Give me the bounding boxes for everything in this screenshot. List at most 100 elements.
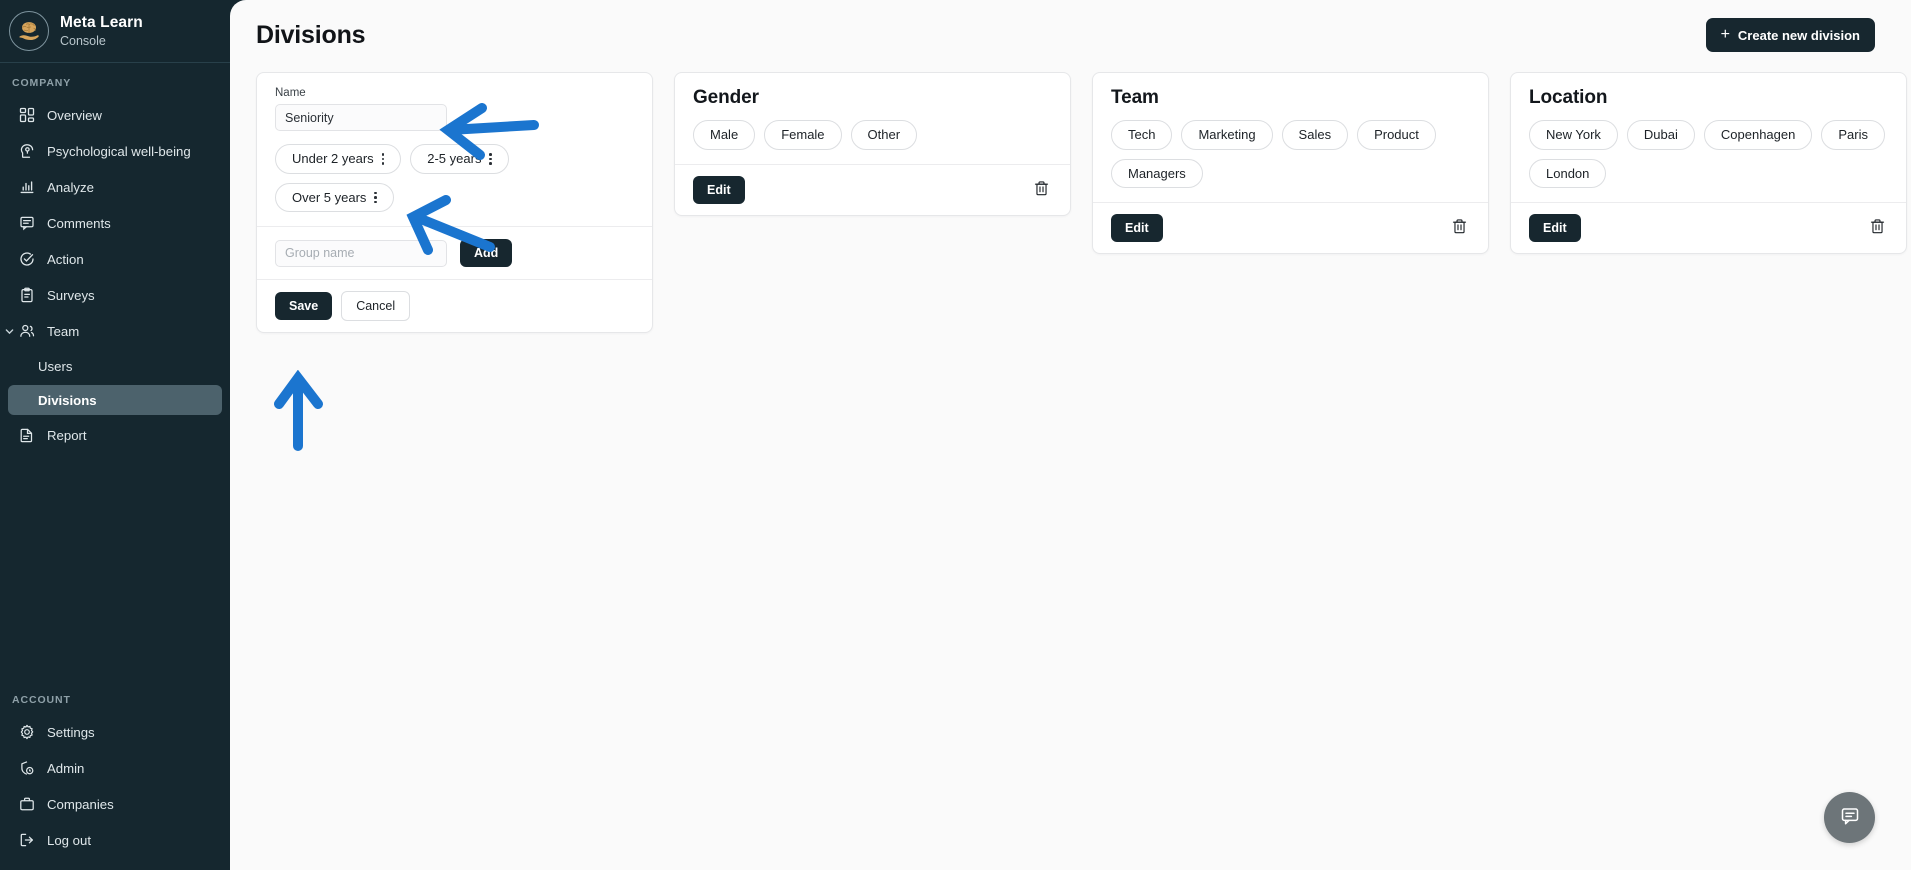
- edit-button[interactable]: Edit: [693, 175, 745, 204]
- sidebar-item-log-out[interactable]: Log out: [8, 824, 222, 856]
- group-chip[interactable]: Product: [1357, 120, 1436, 150]
- division-card-location: Location New York Dubai Copenhagen Paris…: [1510, 72, 1907, 255]
- create-new-division-label: Create new division: [1737, 27, 1860, 43]
- division-card-body: Team Tech Marketing Sales Product Manage…: [1093, 73, 1488, 202]
- group-chip-label: Over 5 years: [292, 189, 367, 205]
- kebab-menu-icon[interactable]: [487, 152, 493, 165]
- briefcase-icon: [18, 796, 35, 813]
- delete-division-button[interactable]: [1867, 216, 1888, 240]
- group-chip[interactable]: London: [1529, 158, 1607, 189]
- division-edit-card: Name Under 2 years 2-5 years Over 5 year…: [256, 72, 653, 334]
- brand-title: Meta Learn: [60, 13, 143, 31]
- sidebar-item-overview[interactable]: Overview: [8, 99, 222, 131]
- division-name-input[interactable]: [275, 104, 447, 131]
- group-chip[interactable]: Female: [764, 120, 842, 150]
- division-card-title: Location: [1529, 87, 1608, 108]
- group-name-input[interactable]: [275, 239, 447, 267]
- sidebar-item-label: Users: [38, 358, 73, 374]
- sidebar: Meta Learn Console COMPANY Overview Psyc…: [0, 0, 230, 870]
- group-chip[interactable]: Marketing: [1181, 120, 1273, 150]
- division-edit-body: Name Under 2 years 2-5 years Over 5 year…: [257, 73, 652, 226]
- plus-icon: +: [1720, 26, 1730, 43]
- chevron-down-icon: [2, 324, 16, 338]
- trash-icon: [1451, 218, 1468, 238]
- trash-icon: [1033, 180, 1050, 200]
- save-button[interactable]: Save: [275, 292, 333, 321]
- division-card-body: Gender Male Female Other: [675, 73, 1070, 164]
- sidebar-item-settings[interactable]: Settings: [8, 716, 222, 748]
- group-chip[interactable]: Managers: [1111, 158, 1203, 189]
- brand[interactable]: Meta Learn Console: [0, 0, 230, 62]
- division-card-title: Team: [1111, 87, 1159, 108]
- shield-user-icon: [18, 760, 35, 777]
- create-new-division-button[interactable]: + Create new division: [1705, 18, 1875, 52]
- sidebar-item-divisions[interactable]: Divisions: [8, 385, 222, 415]
- brain-in-hand-logo: [9, 11, 49, 51]
- kebab-menu-icon[interactable]: [372, 191, 378, 204]
- head-mind-icon: [18, 143, 35, 160]
- division-card-footer: Edit: [1093, 202, 1488, 253]
- division-card-footer: Edit: [675, 163, 1070, 215]
- document-icon: [18, 427, 35, 444]
- divisions-grid: Name Under 2 years 2-5 years Over 5 year…: [230, 62, 1911, 334]
- chat-support-button[interactable]: [1824, 792, 1875, 843]
- sidebar-item-comments[interactable]: Comments: [8, 207, 222, 239]
- sidebar-item-analyze[interactable]: Analyze: [8, 171, 222, 203]
- delete-division-button[interactable]: [1031, 178, 1052, 202]
- cancel-button[interactable]: Cancel: [341, 291, 411, 322]
- sidebar-item-label: Settings: [47, 724, 95, 740]
- division-group-chips: Male Female Other: [693, 120, 1052, 150]
- sidebar-item-action[interactable]: Action: [8, 243, 222, 275]
- sidebar-item-users[interactable]: Users: [8, 351, 222, 381]
- division-card-body: Location New York Dubai Copenhagen Paris…: [1511, 73, 1906, 202]
- sidebar-item-label: Psychological well-being: [47, 143, 191, 159]
- group-chip[interactable]: Copenhagen: [1703, 120, 1813, 150]
- page-header: Divisions + Create new division: [230, 0, 1911, 62]
- division-name-field: Name: [275, 87, 634, 131]
- sidebar-item-label: Admin: [47, 760, 85, 776]
- brand-subtitle: Console: [60, 33, 106, 48]
- add-group-row: Add: [257, 226, 652, 279]
- edit-button[interactable]: Edit: [1111, 214, 1163, 243]
- sidebar-item-label: Report: [47, 427, 87, 443]
- sidebar-item-admin[interactable]: Admin: [8, 752, 222, 784]
- sidebar-item-surveys[interactable]: Surveys: [8, 279, 222, 311]
- group-chip[interactable]: Male: [693, 120, 756, 150]
- sidebar-item-team[interactable]: Team: [5, 315, 222, 347]
- sidebar-item-label: Action: [47, 251, 84, 267]
- group-chip[interactable]: Over 5 years: [275, 182, 395, 213]
- group-chip[interactable]: Dubai: [1626, 120, 1695, 150]
- sidebar-item-label: Overview: [47, 107, 102, 123]
- division-group-chips: Tech Marketing Sales Product Managers: [1111, 120, 1470, 189]
- dashboard-grid-icon: [18, 107, 35, 124]
- delete-division-button[interactable]: [1449, 216, 1470, 240]
- sidebar-section-company: COMPANY: [12, 77, 72, 89]
- bar-chart-icon: [18, 179, 35, 196]
- group-chip[interactable]: Sales: [1281, 120, 1349, 150]
- group-chip-label: Under 2 years: [292, 151, 374, 166]
- users-icon: [18, 323, 35, 340]
- group-chip[interactable]: 2-5 years: [410, 144, 510, 174]
- group-chip[interactable]: Paris: [1821, 120, 1885, 150]
- group-chip[interactable]: New York: [1529, 120, 1618, 150]
- group-chip[interactable]: Under 2 years: [275, 144, 402, 174]
- group-chip[interactable]: Tech: [1111, 120, 1173, 150]
- sidebar-item-companies[interactable]: Companies: [8, 788, 222, 820]
- kebab-menu-icon[interactable]: [380, 152, 385, 165]
- save-cancel-row: Save Cancel: [257, 279, 652, 332]
- main-content: Divisions + Create new division Name Und…: [230, 0, 1911, 870]
- division-group-chips: New York Dubai Copenhagen Paris London: [1529, 120, 1888, 189]
- sidebar-item-report[interactable]: Report: [8, 419, 222, 451]
- sidebar-item-label: Analyze: [47, 179, 94, 195]
- sidebar-item-psychological-well-being[interactable]: Psychological well-being: [8, 135, 222, 167]
- trash-icon: [1869, 218, 1886, 238]
- logout-icon: [18, 832, 35, 849]
- division-group-chips: Under 2 years 2-5 years Over 5 years: [275, 144, 634, 213]
- add-group-button[interactable]: Add: [460, 239, 513, 268]
- page-title: Divisions: [256, 20, 366, 49]
- edit-button[interactable]: Edit: [1529, 214, 1581, 243]
- group-chip[interactable]: Other: [850, 120, 918, 150]
- sidebar-section-account: ACCOUNT: [12, 694, 71, 706]
- clipboard-icon: [18, 287, 35, 304]
